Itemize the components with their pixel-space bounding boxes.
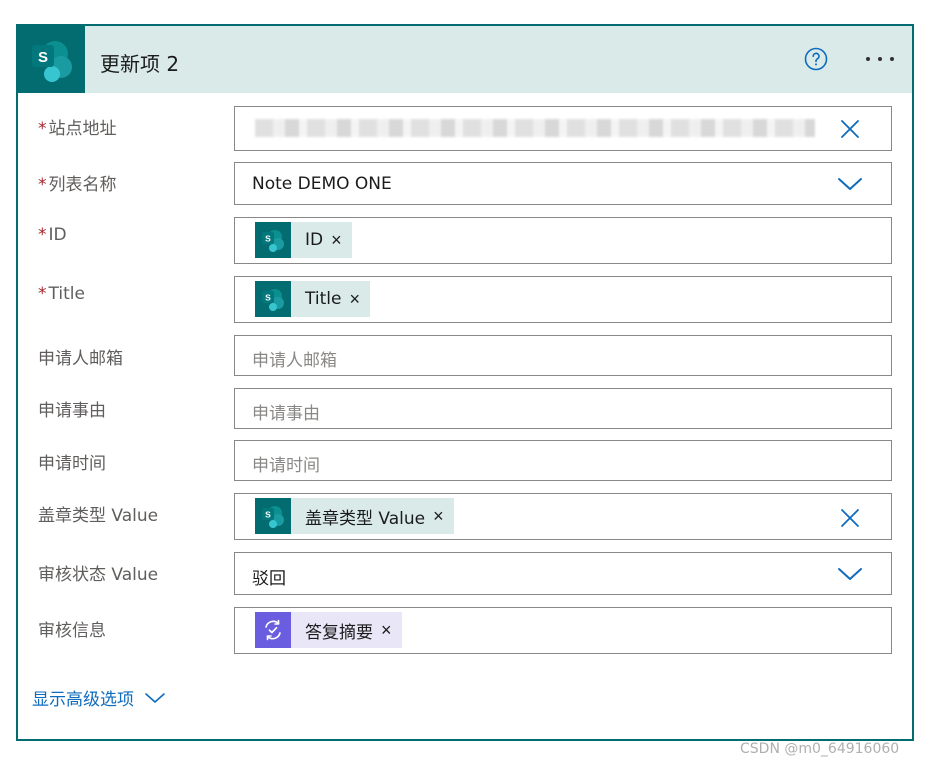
sharepoint-icon: S — [255, 498, 291, 534]
sharepoint-logo: S — [18, 26, 85, 93]
remove-token-icon[interactable]: × — [331, 231, 342, 249]
review-status-dropdown[interactable]: 驳回 — [234, 552, 892, 595]
list-name-label: * 列表名称 — [38, 175, 117, 195]
chevron-down-icon[interactable] — [837, 566, 863, 582]
clear-icon[interactable] — [839, 118, 861, 140]
required-marker: * — [38, 119, 47, 139]
reason-label: 申请事由 — [38, 401, 106, 421]
help-icon[interactable] — [804, 47, 828, 71]
review-status-label: 审核状态 Value — [38, 565, 159, 585]
dynamic-token-id[interactable]: S ID × — [255, 222, 352, 258]
chevron-down-icon[interactable] — [837, 176, 863, 192]
required-marker: * — [38, 284, 47, 304]
card-header[interactable]: S 更新项 2 — [18, 26, 912, 93]
sharepoint-icon: S — [255, 281, 291, 317]
dynamic-token-title[interactable]: S Title × — [255, 281, 370, 317]
list-name-dropdown[interactable]: Note DEMO ONE — [234, 162, 892, 205]
site-address-field[interactable] — [234, 106, 892, 151]
logo-letter: S — [37, 49, 47, 66]
reason-input[interactable]: 申请事由 — [234, 388, 892, 429]
svg-text:S: S — [265, 510, 271, 520]
svg-text:S: S — [265, 293, 271, 303]
review-info-field[interactable]: 答复摘要 × — [234, 607, 892, 654]
token-label: 盖章类型 Value — [305, 508, 426, 529]
email-input[interactable]: 申请人邮箱 — [234, 335, 892, 376]
site-address-label: * 站点地址 — [38, 119, 117, 139]
svg-text:S: S — [265, 234, 271, 244]
token-label: Title — [305, 289, 342, 309]
id-field[interactable]: S ID × — [234, 217, 892, 264]
review-status-value: 驳回 — [252, 569, 286, 589]
more-options-icon[interactable] — [862, 52, 898, 66]
chevron-down-icon — [145, 692, 165, 703]
title-field[interactable]: S Title × — [234, 276, 892, 323]
token-label: ID — [305, 230, 324, 250]
watermark: CSDN @m0_64916060 — [740, 741, 900, 757]
action-card: S 更新项 2 * 站点地址 * 列表名称 Note DEMO ONE * ID… — [16, 24, 914, 741]
list-name-value: Note DEMO ONE — [252, 174, 392, 194]
time-placeholder: 申请时间 — [252, 456, 320, 476]
dynamic-token-response-summary[interactable]: 答复摘要 × — [255, 612, 402, 648]
card-title: 更新项 2 — [100, 52, 180, 76]
reason-placeholder: 申请事由 — [252, 404, 320, 424]
email-label: 申请人邮箱 — [38, 349, 123, 369]
time-label: 申请时间 — [38, 454, 106, 474]
site-address-value-redacted — [255, 119, 815, 137]
title-label: * Title — [38, 284, 85, 304]
remove-token-icon[interactable]: × — [381, 621, 392, 639]
review-info-label: 审核信息 — [38, 621, 106, 641]
approvals-icon — [255, 612, 291, 648]
seal-type-label: 盖章类型 Value — [38, 506, 159, 526]
remove-token-icon[interactable]: × — [349, 290, 360, 308]
email-placeholder: 申请人邮箱 — [252, 351, 337, 371]
clear-icon[interactable] — [839, 507, 861, 529]
sharepoint-icon: S — [31, 40, 72, 82]
required-marker: * — [38, 225, 47, 245]
advanced-label: 显示高级选项 — [32, 690, 134, 710]
seal-type-field[interactable]: S 盖章类型 Value × — [234, 493, 892, 540]
show-advanced-options-link[interactable]: 显示高级选项 — [32, 685, 166, 710]
dynamic-token-seal-type[interactable]: S 盖章类型 Value × — [255, 498, 454, 534]
sharepoint-icon: S — [255, 222, 291, 258]
required-marker: * — [38, 175, 47, 195]
remove-token-icon[interactable]: × — [433, 507, 444, 525]
time-input[interactable]: 申请时间 — [234, 440, 892, 481]
id-label: * ID — [38, 225, 67, 245]
token-label: 答复摘要 — [305, 622, 373, 643]
